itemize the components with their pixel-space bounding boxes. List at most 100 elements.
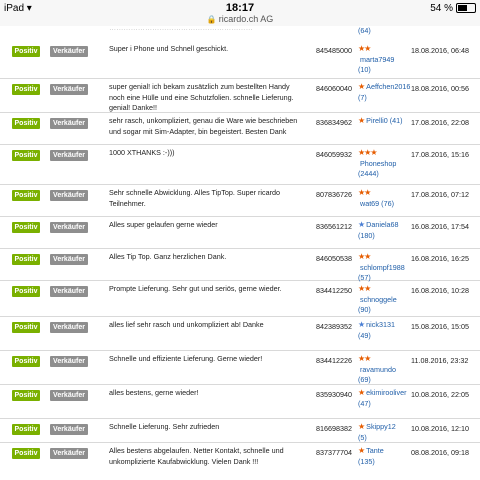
article-number[interactable]: 837377704 xyxy=(316,448,352,457)
user-name: Pirelli0 (41) xyxy=(366,116,403,125)
table-row: Positiv Verkäufer sehr rasch, unkomplizier… xyxy=(0,112,480,145)
user-link[interactable]: ★ Tante (135) xyxy=(358,446,413,467)
user-link[interactable]: ★ Aeffchen2016 (7) xyxy=(358,82,413,103)
feedback-date: 18.08.2016, 06:48 xyxy=(411,46,469,55)
role-badge: Verkäufer xyxy=(50,390,88,401)
user-name: Skippy12 xyxy=(366,422,396,431)
role-badge: Verkäufer xyxy=(50,222,88,233)
rating-badge: Positiv xyxy=(12,390,40,401)
article-number[interactable]: 836834962 xyxy=(316,118,352,127)
rating-badge: Positiv xyxy=(12,254,40,265)
role-badge: Verkäufer xyxy=(50,118,88,129)
article-number[interactable]: 807836726 xyxy=(316,190,352,199)
rating-badge: Positiv xyxy=(12,118,40,129)
rating-badge: Positiv xyxy=(12,46,40,57)
rating-badge: Positiv xyxy=(12,424,40,435)
rating-stars-icon: ★★ xyxy=(358,252,371,261)
feedback-date: 11.08.2016, 23:32 xyxy=(411,356,469,365)
article-number[interactable]: 842389352 xyxy=(316,322,352,331)
battery-icon xyxy=(456,3,476,14)
rating-badge: Positiv xyxy=(12,286,40,297)
table-row: Positiv Verkäufer Prompte Lieferung. Sehr … xyxy=(0,280,480,317)
table-row: Positiv Verkäufer Alles Tip Top. Ganz herz… xyxy=(0,248,480,284)
user-link[interactable]: ★★★ Phoneshop (2444) xyxy=(358,148,413,180)
table-row: Positiv Verkäufer Sehr schnelle Abwicklung… xyxy=(0,184,480,217)
feedback-date: 08.08.2016, 09:18 xyxy=(411,448,469,457)
user-link[interactable]: ★ Skippy12 (5) xyxy=(358,422,413,443)
feedback-date: 15.08.2016, 15:05 xyxy=(411,322,469,331)
user-score: (47) xyxy=(358,398,371,408)
user-link[interactable]: ★ Pirelli0 (41) xyxy=(358,116,413,127)
role-badge: Verkäufer xyxy=(50,150,88,161)
feedback-date: 10.08.2016, 22:05 xyxy=(411,390,469,399)
user-name: ekimirooliver xyxy=(366,388,407,397)
table-row: Positiv Verkäufer Alles bestens abgelaufen… xyxy=(0,442,480,480)
feedback-comment: Alles bestens abgelaufen. Netter Kontakt… xyxy=(109,446,284,466)
article-number[interactable]: 846059932 xyxy=(316,150,352,159)
feedback-date: 17.08.2016, 15:16 xyxy=(411,150,469,159)
address-bar[interactable]: 🔒 ricardo.ch AG xyxy=(0,14,480,24)
partial-user-score: (64) xyxy=(358,26,371,35)
feedback-comment: Alles super gelaufen gerne wieder xyxy=(109,220,218,229)
user-name: wat69 (76) xyxy=(360,198,394,208)
rating-stars-icon: ★ xyxy=(358,116,365,125)
table-row: Positiv Verkäufer alles bestens, gerne wie… xyxy=(0,384,480,419)
role-badge: Verkäufer xyxy=(50,424,88,435)
user-score: (7) xyxy=(358,92,367,102)
user-link[interactable]: ★★ ravamundo (69) xyxy=(358,354,413,386)
article-number[interactable]: 836561212 xyxy=(316,222,352,231)
article-number[interactable]: 834412250 xyxy=(316,286,352,295)
role-badge: Verkäufer xyxy=(50,322,88,333)
feedback-comment: Alles Tip Top. Ganz herzlichen Dank. xyxy=(109,252,227,261)
article-number[interactable]: 846060040 xyxy=(316,84,352,93)
feedback-comment: 1000 XTHANKS :-))) xyxy=(109,148,175,157)
feedback-comment: Prompte Lieferung. Sehr gut und seriös, … xyxy=(109,284,282,293)
article-number[interactable]: 846050538 xyxy=(316,254,352,263)
user-name: ravamundo xyxy=(360,364,396,374)
user-name: Daniela68 xyxy=(366,220,399,229)
status-bar: iPad ▾ 18:17 🔒 ricardo.ch AG 54 % xyxy=(0,0,480,26)
user-name: Tante xyxy=(366,446,384,455)
user-name: marta7949 xyxy=(360,54,395,64)
user-name: schnoggele xyxy=(360,294,397,304)
role-badge: Verkäufer xyxy=(50,254,88,265)
role-badge: Verkäufer xyxy=(50,190,88,201)
rating-badge: Positiv xyxy=(12,190,40,201)
feedback-comment: sehr rasch, unkompliziert, genau die War… xyxy=(109,116,298,136)
feedback-comment: Schnelle und effiziente Lieferung. Gerne… xyxy=(109,354,263,363)
user-link[interactable]: ★★ schnoggele (90) xyxy=(358,284,413,316)
user-link[interactable]: ★ nick3131 (49) xyxy=(358,320,413,341)
article-number[interactable]: 834412226 xyxy=(316,356,352,365)
rating-stars-icon: ★ xyxy=(358,422,365,431)
user-link[interactable]: ★★ marta7949 (10) xyxy=(358,44,413,76)
user-score: (180) xyxy=(358,230,375,240)
rating-stars-icon: ★★ xyxy=(358,44,371,53)
user-score: (2444) xyxy=(358,169,379,178)
role-badge: Verkäufer xyxy=(50,448,88,459)
feedback-comment: Sehr schnelle Abwicklung. Alles TipTop. … xyxy=(109,188,280,208)
rating-stars-icon: ★ xyxy=(358,82,365,91)
user-link[interactable]: ★★ schlompf1988 (57) xyxy=(358,252,413,284)
user-link[interactable]: ★★ wat69 (76) xyxy=(358,188,413,209)
article-number[interactable]: 835930940 xyxy=(316,390,352,399)
user-score: (90) xyxy=(358,305,371,314)
feedback-date: 16.08.2016, 10:28 xyxy=(411,286,469,295)
feedback-comment: alles lief sehr rasch und unkompliziert … xyxy=(109,320,264,329)
feedback-date: 17.08.2016, 22:08 xyxy=(411,118,469,127)
table-row: Positiv Verkäufer Alles super gelaufen ger… xyxy=(0,216,480,249)
battery-indicator: 54 % xyxy=(430,3,476,14)
role-badge: Verkäufer xyxy=(50,84,88,95)
table-row: Positiv Verkäufer super genial! ich bekam … xyxy=(0,78,480,113)
clock: 18:17 xyxy=(225,2,255,14)
user-link[interactable]: ★ Daniela68 (180) xyxy=(358,220,413,241)
feedback-comment: alles bestens, gerne wieder! xyxy=(109,388,199,397)
user-link[interactable]: ★ ekimirooliver (47) xyxy=(358,388,413,409)
table-row: Positiv Verkäufer 1000 XTHANKS :-))) 846059… xyxy=(0,144,480,185)
article-number[interactable]: 816698382 xyxy=(316,424,352,433)
user-score: (10) xyxy=(358,65,371,74)
user-name: nick3131 xyxy=(366,320,395,329)
role-badge: Verkäufer xyxy=(50,356,88,367)
article-number[interactable]: 845485000 xyxy=(316,46,352,55)
user-score: (135) xyxy=(358,456,375,466)
rating-badge: Positiv xyxy=(12,322,40,333)
